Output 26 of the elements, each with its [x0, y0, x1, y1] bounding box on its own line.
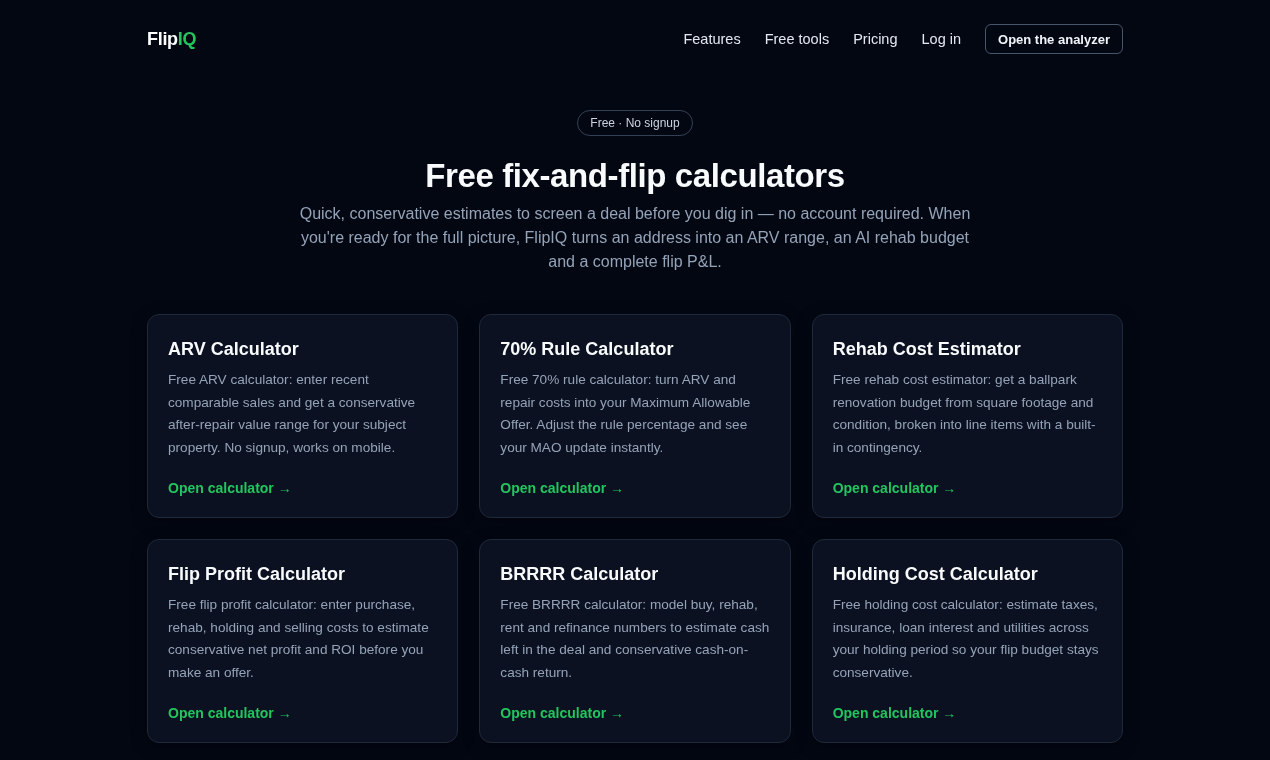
card-title: ARV Calculator	[168, 338, 299, 361]
nav-link[interactable]: Pricing	[853, 31, 898, 47]
open-calculator-link[interactable]: Open calculator →	[832, 704, 957, 722]
card-title: Rehab Cost Estimator	[832, 338, 1021, 361]
card-description: Free flip profit calculator: enter purchase, rehab, holding and selling costs to estimate conservative net profit and ROI before you make an offer.	[168, 596, 430, 683]
card-description: Free ARV calculator: enter recent comparable sales and get a conservative after-repair value range for your subject property. No signup, works on mobile.	[168, 371, 417, 458]
card-description: Free holding cost calculator: estimate taxes, insurance, loan interest and utilities across your holding period so your flip budget stays conservative.	[832, 596, 1100, 683]
open-calculator-link[interactable]: Open calculator →	[168, 479, 292, 497]
open-calculator-link[interactable]: Open calculator →	[500, 704, 625, 722]
card-title: 70% Rule Calculator	[500, 338, 674, 361]
open-calculator-link[interactable]: Open calculator →	[500, 479, 625, 497]
open-calculator-link[interactable]: Open calculator →	[832, 479, 957, 497]
card-title: BRRRR Calculator	[500, 563, 659, 586]
card-description: Free rehab cost estimator: get a ballpark renovation budget from square footage and condition, broken into line items with a built-in contingency.	[832, 371, 1097, 458]
open-analyzer-button[interactable]: Open the analyzer	[985, 24, 1123, 54]
card-title: Flip Profit Calculator	[168, 563, 345, 586]
card-title: Holding Cost Calculator	[832, 563, 1038, 586]
hero-title: Free fix-and-flip calculators	[425, 156, 845, 196]
logo-link[interactable]: FlipIQ	[147, 28, 197, 50]
card-description: Free BRRRR calculator: model buy, rehab, rent and refinance numbers to estimate cash left in the deal and conservative cash-on-cash return.	[500, 596, 770, 683]
nav-link[interactable]: Log in	[921, 31, 961, 47]
card-description: Free 70% rule calculator: turn ARV and repair costs into your Maximum Allowable Offer. Adjust the rule percentage and see your MAO update instantly.	[500, 371, 752, 458]
open-calculator-link[interactable]: Open calculator →	[168, 704, 292, 722]
nav-link[interactable]: Features	[683, 31, 741, 47]
nav-link[interactable]: Free tools	[764, 31, 830, 47]
hero-subtitle: Quick, conservative estimates to screen a deal before you dig in — no account required. When you're ready for the full picture, FlipIQ turns an address into an ARV range, an AI rehab budget and a complete flip P&L.	[298, 204, 972, 272]
